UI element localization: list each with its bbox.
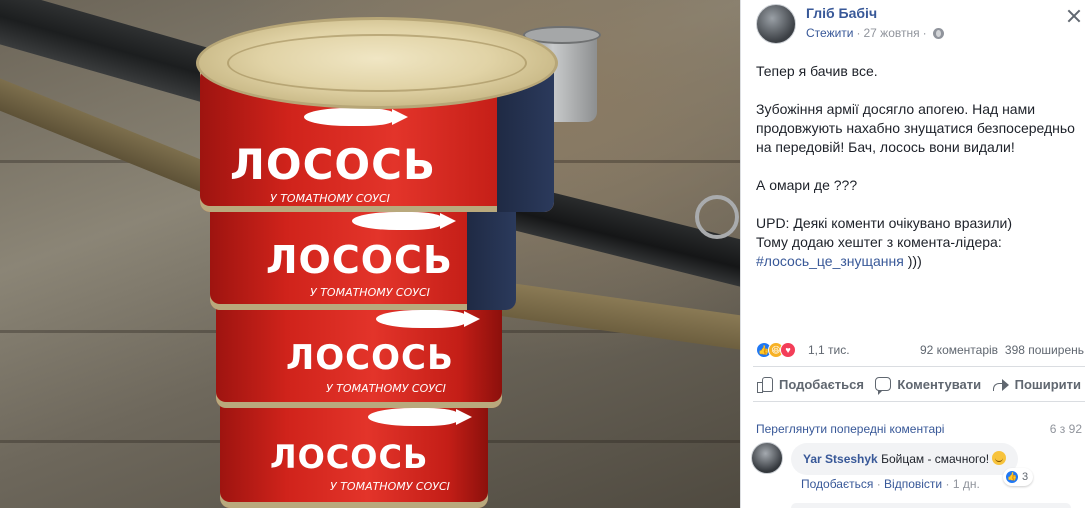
reaction-icons[interactable]: 👍 😆 ♥ <box>756 342 796 358</box>
globe-icon[interactable] <box>932 27 944 39</box>
can-subtitle: У ТОМАТНОМУ СОУСІ <box>326 382 446 395</box>
fish-icon <box>368 408 472 426</box>
comment-actions-separator: · <box>945 477 950 491</box>
next-comment-bubble <box>791 503 1071 508</box>
commenter-avatar[interactable] <box>751 442 783 474</box>
author-name[interactable]: Гліб Бабіч <box>806 5 877 21</box>
love-icon[interactable]: ♥ <box>780 342 796 358</box>
comment-actions: Подобається · Відповісти · 1 дн. <box>801 477 980 491</box>
reactions-bar: 👍 😆 ♥ 1,1 тис. 92 коментарів 398 поширен… <box>756 340 1086 360</box>
post-paragraph: #лосось_це_знущання ))) <box>756 252 1086 271</box>
reactions-count[interactable]: 1,1 тис. <box>808 343 850 357</box>
comment-icon <box>875 377 892 395</box>
post-text: Тепер я бачив все. Зубожіння армії досяг… <box>756 62 1086 271</box>
can-brand: ЛОСОСЬ <box>270 438 429 476</box>
like-button-label: Подобається <box>779 376 864 392</box>
thumbs-up-icon <box>757 376 773 393</box>
sling-ring <box>695 195 739 239</box>
post-paragraph: UPD: Деякі коменти очікувано вразили) <box>756 215 1013 231</box>
comment-reply-link[interactable]: Відповісти <box>884 477 942 491</box>
comment-bubble: Yar Stseshyk Бойцам - смачного! <box>791 443 1019 475</box>
post-paragraph: Тепер я бачив все. <box>756 63 878 79</box>
can-brand: ЛОСОСЬ <box>286 338 454 378</box>
smile-emoji-icon <box>992 451 1007 465</box>
hashtag-link[interactable]: #лосось_це_знущання <box>756 253 904 269</box>
action-bar: Подобається Коментувати Поширити <box>753 366 1085 402</box>
can-lid <box>196 17 558 109</box>
post-photo[interactable]: ЛОСОСЬ У ТОМАТНОМУ СОУСІ ЛОСОСЬ У ТОМАТН… <box>0 0 740 508</box>
rifle-strap <box>479 279 740 355</box>
like-icon: 👍 <box>1005 470 1019 484</box>
fish-icon <box>376 310 480 328</box>
comment-reactions-count: 3 <box>1022 471 1029 483</box>
like-button[interactable]: Подобається <box>757 376 864 393</box>
share-button-label: Поширити <box>1014 376 1081 392</box>
share-icon <box>992 377 1009 391</box>
comment-button[interactable]: Коментувати <box>875 376 982 395</box>
post-meta: Стежити · 27 жовтня · <box>806 26 944 40</box>
can-subtitle: У ТОМАТНОМУ СОУСІ <box>270 192 390 205</box>
post-paragraph: А омари де ??? <box>756 177 858 193</box>
close-icon[interactable] <box>1066 8 1082 24</box>
meta-separator: · <box>856 26 861 40</box>
comment-reactions[interactable]: 👍 3 <box>1003 468 1034 486</box>
post-paragraph: Тому додаю хештег з комента-лідера: <box>756 234 1002 250</box>
comments-pager: 6 з 92 <box>1049 422 1082 436</box>
fish-icon <box>352 212 456 230</box>
hashtag-suffix: ))) <box>903 253 922 269</box>
comment-actions-separator: · <box>876 477 881 491</box>
comment-like-link[interactable]: Подобається <box>801 477 873 491</box>
follow-link[interactable]: Стежити <box>806 26 854 40</box>
comment-text: Бойцам - смачного! <box>881 452 990 466</box>
can-subtitle: У ТОМАТНОМУ СОУСІ <box>330 480 450 493</box>
post-panel: Гліб Бабіч Стежити · 27 жовтня · Тепер я… <box>740 0 1090 508</box>
view-previous-comments-link[interactable]: Переглянути попередні коментарі <box>756 422 944 436</box>
comment-button-label: Коментувати <box>897 376 982 392</box>
can-subtitle: У ТОМАТНОМУ СОУСІ <box>310 286 430 299</box>
post-paragraph: Зубожіння армії досягло апогею. Над нами… <box>756 101 1075 155</box>
author-avatar[interactable] <box>756 4 796 44</box>
post-date[interactable]: 27 жовтня <box>864 26 920 40</box>
comment-time[interactable]: 1 дн. <box>953 477 980 491</box>
commenter-name[interactable]: Yar Stseshyk <box>803 452 878 466</box>
previous-comments-row: Переглянути попередні коментарі 6 з 92 <box>756 422 1086 436</box>
share-button[interactable]: Поширити <box>992 376 1081 392</box>
comments-count[interactable]: 92 коментарів <box>920 343 998 357</box>
shares-count[interactable]: 398 поширень <box>1005 343 1084 357</box>
can-brand: ЛОСОСЬ <box>266 238 453 282</box>
meta-separator: · <box>922 26 927 40</box>
can-brand: ЛОСОСЬ <box>230 140 436 189</box>
fish-icon <box>304 108 408 126</box>
